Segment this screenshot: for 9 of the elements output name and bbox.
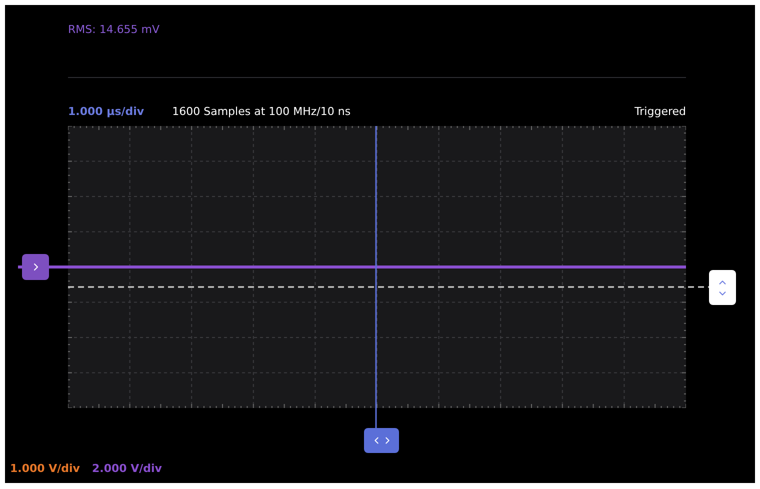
trigger-position-handle[interactable] (364, 428, 399, 453)
trigger-status: Triggered (634, 105, 686, 118)
channel-scale-label: 2.000 V/div (92, 462, 162, 475)
channel-scale-label: 1.000 V/div (10, 462, 80, 475)
samples-label: 1600 Samples at 100 MHz/10 ns (172, 105, 351, 118)
rms-reading: RMS: 14.655 mV (68, 23, 161, 37)
timebase-label: 1.000 µs/div (68, 105, 144, 118)
trigger-level-handle[interactable] (709, 270, 736, 305)
channel-offset-handle[interactable] (22, 254, 49, 280)
